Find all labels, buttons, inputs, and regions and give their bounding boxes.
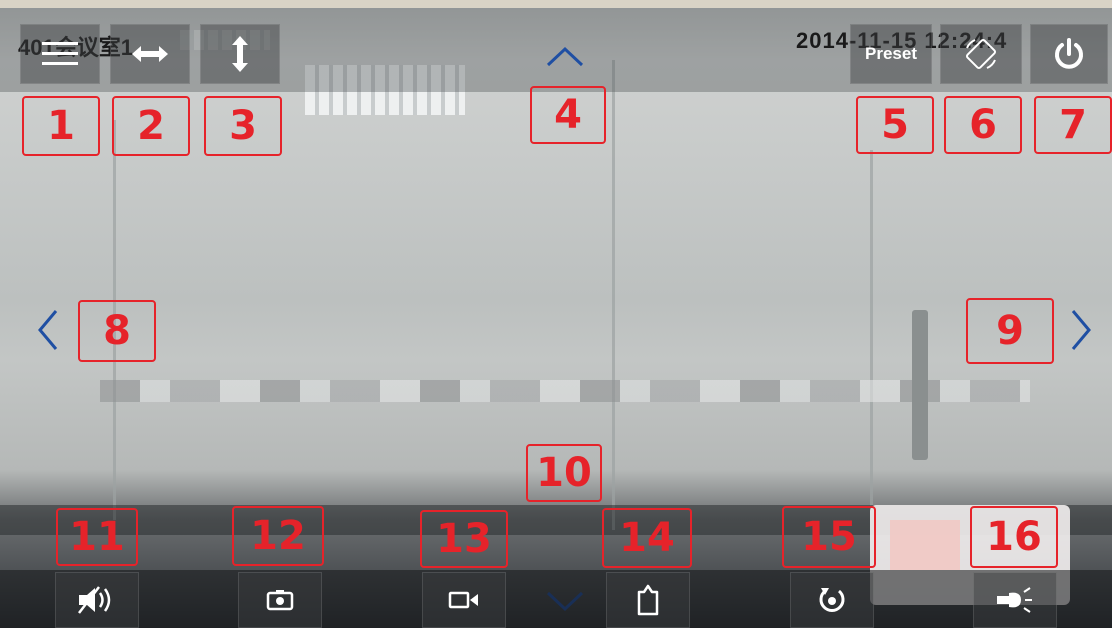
preset-label: Preset (865, 44, 917, 63)
horizontal-flip-button[interactable] (110, 24, 190, 84)
power-icon (1051, 36, 1087, 72)
callout-3: 3 (204, 96, 282, 156)
callout-10: 10 (526, 444, 602, 502)
callout-5: 5 (856, 96, 934, 154)
preset-button[interactable]: Preset (850, 24, 932, 84)
callout-13: 13 (420, 510, 508, 568)
album-icon (635, 584, 661, 616)
glass-frame (612, 60, 615, 530)
callout-1: 1 (22, 96, 100, 156)
rotate-screen-button[interactable] (940, 24, 1022, 84)
pan-left-arrow[interactable] (30, 305, 66, 355)
chevron-right-icon (1071, 310, 1091, 350)
tilt-up-arrow[interactable] (540, 40, 590, 74)
vertical-flip-icon (230, 36, 250, 72)
pan-right-arrow[interactable] (1063, 305, 1099, 355)
reset-icon (817, 585, 847, 615)
menu-icon (40, 39, 80, 69)
reset-button[interactable] (790, 572, 874, 628)
callout-8: 8 (78, 300, 156, 362)
record-button[interactable] (422, 572, 506, 628)
vertical-flip-button[interactable] (200, 24, 280, 84)
mute-button[interactable] (55, 572, 139, 628)
callout-11: 11 (56, 508, 138, 566)
rotate-screen-icon (963, 36, 999, 72)
callout-9: 9 (966, 298, 1054, 364)
glass-stripe (100, 380, 1030, 402)
top-border (0, 0, 1112, 8)
callout-16: 16 (970, 506, 1058, 568)
camera-icon (266, 589, 294, 611)
door-handle (912, 310, 928, 460)
callout-6: 6 (944, 96, 1022, 154)
snapshot-button[interactable] (238, 572, 322, 628)
album-button[interactable] (606, 572, 690, 628)
power-button[interactable] (1030, 24, 1108, 84)
light-button[interactable] (973, 572, 1057, 628)
chevron-up-icon (546, 46, 584, 67)
camera-view: 401会议室1 2014-11-15 12:24:4 Preset 1 2 3 … (0, 0, 1112, 628)
callout-7: 7 (1034, 96, 1112, 154)
bottom-toolbar (0, 570, 1112, 628)
video-record-icon (448, 590, 480, 610)
callout-4: 4 (530, 86, 606, 144)
pink-box (890, 520, 960, 570)
callout-2: 2 (112, 96, 190, 156)
callout-12: 12 (232, 506, 324, 566)
glass-frame (870, 150, 873, 510)
callout-14: 14 (602, 508, 692, 568)
horizontal-flip-icon (132, 44, 168, 64)
menu-button[interactable] (20, 24, 100, 84)
callout-15: 15 (782, 506, 876, 568)
chevron-left-icon (38, 310, 58, 350)
light-bulb-icon (995, 585, 1035, 615)
speaker-mute-icon (75, 585, 119, 615)
